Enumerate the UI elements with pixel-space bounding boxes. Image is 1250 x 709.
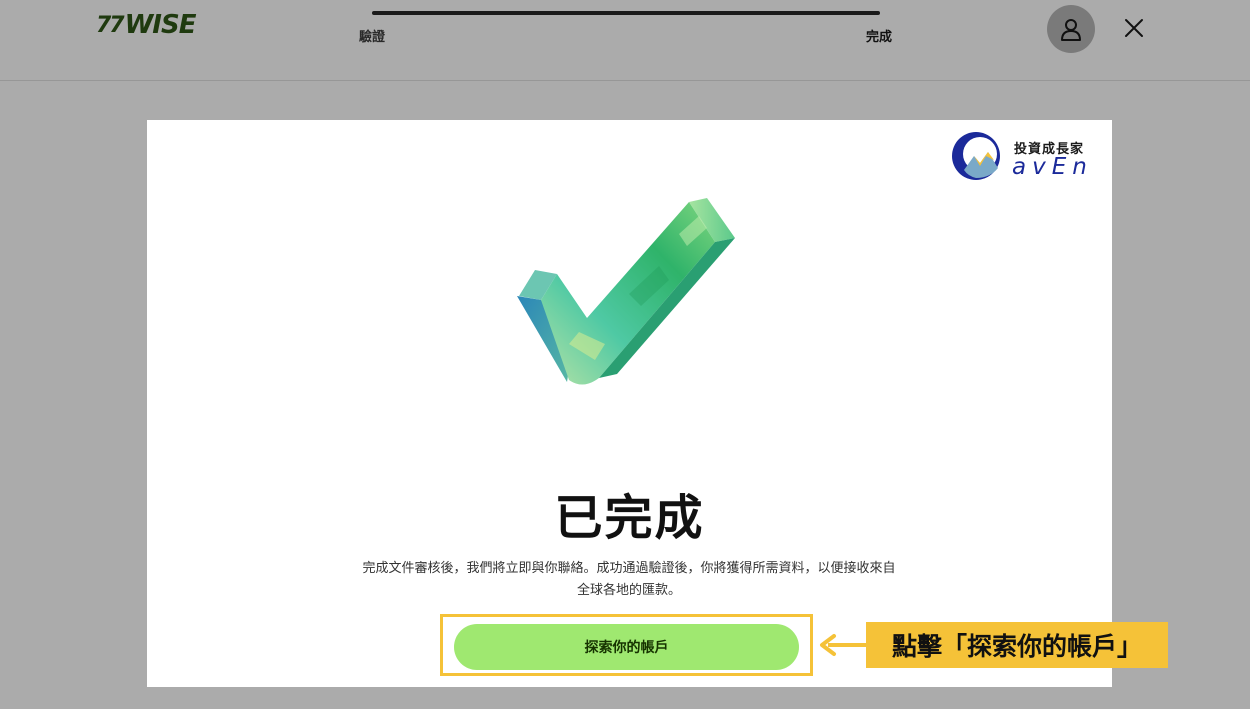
- explore-account-button[interactable]: 探索你的帳戶: [454, 624, 799, 670]
- instruction-callout: 點擊「探索你的帳戶」: [866, 622, 1168, 668]
- step-complete-label: 完成: [866, 30, 893, 45]
- page-title: 已完成: [554, 490, 705, 546]
- top-bar: 77 WISE 驗證 完成: [0, 0, 1250, 81]
- page: 77 WISE 驗證 完成 投資成長家 avEn 已完成 完成文件審核後，我們將…: [0, 0, 1250, 709]
- account-avatar-button[interactable]: [1047, 5, 1095, 53]
- watermark-subtitle: avEn: [1012, 154, 1093, 180]
- checkmark-graphic: [517, 198, 735, 385]
- close-button[interactable]: [1120, 14, 1148, 42]
- completion-card: 投資成長家 avEn 已完成 完成文件審核後，我們將立即與你聯絡。成功通過驗證後…: [147, 120, 1112, 687]
- wise-wordmark: WISE: [124, 10, 197, 40]
- close-icon: [1125, 19, 1143, 37]
- arrow-left-icon: [820, 634, 866, 656]
- step-verify-label: 驗證: [359, 30, 386, 45]
- watermark-logo: [952, 132, 1000, 180]
- progress-bar: [372, 11, 880, 15]
- watermark: 投資成長家 avEn: [950, 128, 1105, 184]
- user-icon: [1061, 19, 1081, 41]
- wise-flag-icon: 77: [96, 12, 125, 38]
- completion-description: 完成文件審核後，我們將立即與你聯絡。成功通過驗證後，你將獲得所需資料，以便接收來…: [362, 561, 896, 598]
- wise-logo[interactable]: 77 WISE: [96, 10, 197, 40]
